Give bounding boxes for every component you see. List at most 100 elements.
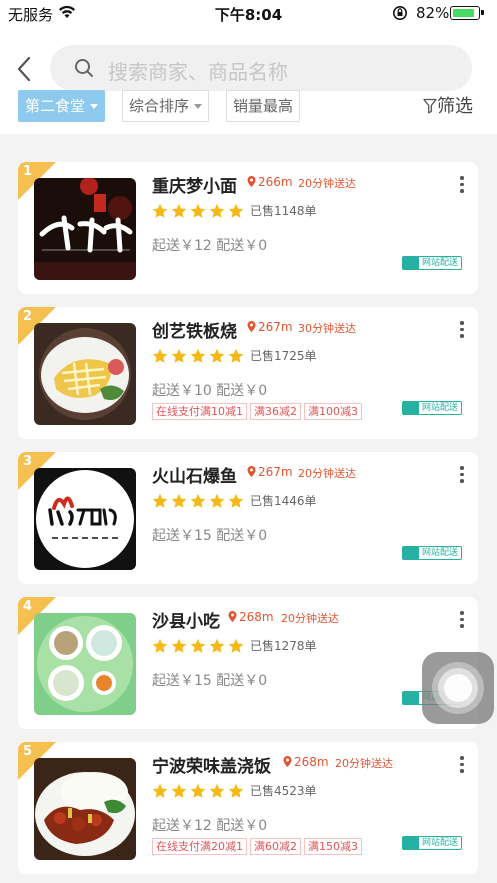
filter-button[interactable]: 筛选 (423, 92, 473, 118)
distance-value: 268m (239, 610, 274, 624)
eta-label: 20分钟送达 (298, 467, 356, 480)
location-pin-icon (247, 466, 256, 477)
more-options-icon[interactable] (460, 466, 464, 484)
scooter-icon (402, 547, 419, 559)
delivery-fee: 配送￥0 (216, 673, 268, 689)
store-card[interactable]: 3 火山石爆鱼 267m 20分钟送达 已售1446单 起送￥15 配送￥0 网… (18, 452, 478, 584)
sold-count: 已售1446单 (250, 494, 317, 508)
store-name: 重庆梦小面 (152, 177, 237, 197)
store-card[interactable]: 4 沙县小吃 268m 20分钟送达 已售1278单 起送￥15 配送￥0 网站… (18, 597, 478, 729)
noodle-poster-image (34, 178, 136, 280)
promo-tag: 满60减2 (250, 838, 301, 855)
delivery-fee: 配送￥0 (216, 528, 268, 544)
header: 搜索商家、商品名称 第二食堂 综合排序 销量最高 筛选 (0, 26, 497, 134)
chevron-down-icon (194, 104, 203, 109)
funnel-icon (423, 98, 437, 114)
location-pin-icon (228, 611, 237, 622)
more-options-icon[interactable] (460, 321, 464, 339)
distance-label: 267m (247, 320, 293, 334)
scooter-icon (402, 837, 419, 849)
price-info: 起送￥15 配送￥0 (152, 670, 267, 690)
promo-tag: 满36减2 (250, 403, 301, 420)
scooter-icon (402, 402, 419, 414)
sold-count: 已售1278单 (250, 639, 317, 653)
sold-count: 已售1148单 (250, 204, 317, 218)
rating-stars (152, 783, 244, 799)
eta-label: 20分钟送达 (335, 757, 393, 770)
promo-tag: 满100减3 (304, 403, 362, 420)
search-icon (75, 59, 93, 77)
orientation-lock-icon (393, 6, 407, 20)
back-icon[interactable] (10, 54, 40, 84)
sales-label: 销量最高 (233, 97, 294, 115)
rank-number: 2 (23, 309, 33, 324)
delivery-fee: 配送￥0 (216, 383, 268, 399)
rank-number: 1 (23, 164, 33, 179)
min-order: 起送￥12 (152, 238, 212, 254)
delivery-badge: 网站配送 (401, 836, 462, 850)
status-bar: 无服务 下午8:04 82% (0, 0, 497, 26)
chevron-down-icon (90, 104, 99, 109)
delivery-fee: 配送￥0 (216, 238, 268, 254)
sold-count: 已售1725单 (250, 349, 317, 363)
store-card[interactable]: 1 重庆梦小面 266m 20分钟送达 已售1148单 起送￥12 配送￥0 网… (18, 162, 478, 294)
delivery-fee: 配送￥0 (216, 818, 268, 834)
rating-stars (152, 203, 244, 219)
search-input[interactable]: 搜索商家、商品名称 (50, 45, 472, 91)
canteen-dropdown[interactable]: 第二食堂 (18, 90, 106, 122)
canteen-label: 第二食堂 (25, 97, 86, 115)
delivery-badge-label: 网站配送 (421, 258, 458, 268)
sales-sort-button[interactable]: 销量最高 (226, 90, 301, 122)
rank-number: 3 (23, 454, 33, 469)
distance-label: 268m (228, 610, 274, 624)
location-pin-icon (283, 756, 292, 767)
battery-percent: 82% (416, 4, 450, 22)
delivery-badge: 网站配送 (401, 401, 462, 415)
store-name: 火山石爆鱼 (152, 467, 237, 487)
sold-count: 已售4523单 (250, 784, 317, 798)
store-name: 创艺铁板烧 (152, 322, 237, 342)
store-card[interactable]: 5 宁波荣味盖浇饭 268m 20分钟送达 已售4523单 起送￥12 配送￥0… (18, 742, 478, 874)
more-options-icon[interactable] (460, 176, 464, 194)
delivery-badge: 网站配送 (401, 256, 462, 270)
price-info: 起送￥15 配送￥0 (152, 525, 267, 545)
filter-label: 筛选 (437, 96, 473, 117)
promo-list: 在线支付满20减1 满60减2 满150减3 (152, 838, 365, 855)
min-order: 起送￥15 (152, 673, 212, 689)
distance-label: 266m (247, 175, 293, 189)
scooter-icon (402, 257, 419, 269)
eta-label: 20分钟送达 (298, 177, 356, 190)
distance-label: 267m (247, 465, 293, 479)
rating-stars (152, 348, 244, 364)
scooter-icon (402, 692, 419, 704)
rating-stars (152, 493, 244, 509)
rice-dish-image (34, 758, 136, 860)
teppanyaki-plate-image (34, 323, 136, 425)
distance-value: 268m (294, 755, 329, 769)
assistive-touch-button[interactable] (422, 652, 494, 724)
store-card[interactable]: 2 创艺铁板烧 267m 30分钟送达 已售1725单 起送￥10 配送￥0 在… (18, 307, 478, 439)
rating-stars (152, 638, 244, 654)
distance-value: 267m (258, 465, 293, 479)
min-order: 起送￥15 (152, 528, 212, 544)
delivery-badge-label: 网站配送 (421, 548, 458, 558)
volcano-fish-logo (34, 468, 136, 570)
eta-label: 30分钟送达 (298, 322, 356, 335)
store-name: 宁波荣味盖浇饭 (152, 757, 271, 777)
search-placeholder: 搜索商家、商品名称 (108, 60, 288, 84)
promo-tag: 在线支付满10减1 (152, 403, 247, 420)
more-options-icon[interactable] (460, 611, 464, 629)
price-info: 起送￥12 配送￥0 (152, 815, 267, 835)
location-pin-icon (247, 321, 256, 332)
eta-label: 20分钟送达 (281, 612, 339, 625)
more-options-icon[interactable] (460, 756, 464, 774)
min-order: 起送￥12 (152, 818, 212, 834)
delivery-badge-label: 网站配送 (421, 838, 458, 848)
distance-label: 268m (283, 755, 329, 769)
price-info: 起送￥10 配送￥0 (152, 380, 267, 400)
rank-number: 4 (23, 599, 33, 614)
filter-bar: 第二食堂 综合排序 销量最高 筛选 (0, 90, 497, 124)
rank-number: 5 (23, 744, 33, 759)
promo-tag: 满150减3 (304, 838, 362, 855)
sort-dropdown[interactable]: 综合排序 (122, 90, 210, 122)
